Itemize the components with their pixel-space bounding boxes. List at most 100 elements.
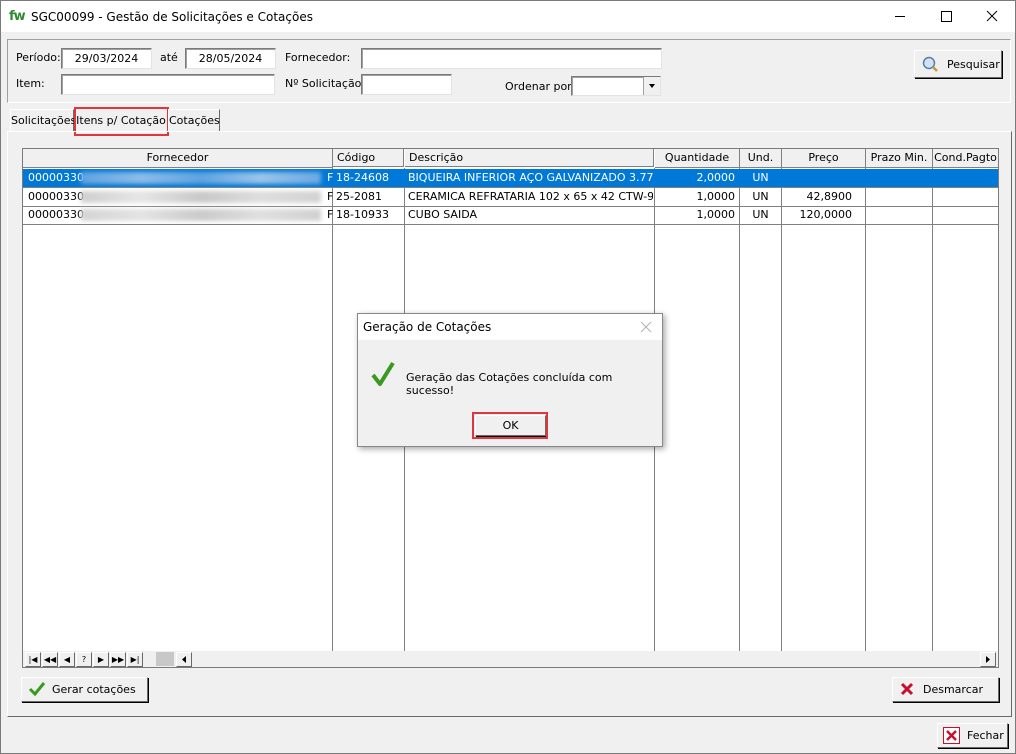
cell-descricao: BIQUEIRA INFERIOR AÇO GALVANIZADO 3.775 bbox=[408, 171, 653, 184]
col-header-fornecedor[interactable]: Fornecedor bbox=[23, 149, 333, 168]
nav-last-button[interactable]: ▶| bbox=[127, 652, 143, 667]
chevron-down-icon bbox=[649, 84, 655, 88]
nav-help-button[interactable]: ? bbox=[76, 652, 92, 667]
nav-next-page-button[interactable]: ▶▶ bbox=[110, 652, 126, 667]
magnifier-icon bbox=[922, 56, 938, 72]
close-window-button[interactable] bbox=[969, 1, 1015, 32]
col-divider bbox=[332, 168, 333, 651]
close-icon[interactable] bbox=[640, 321, 652, 333]
col-header-prazo[interactable]: Prazo Min. bbox=[866, 149, 933, 168]
col-header-descricao[interactable]: Descrição bbox=[405, 149, 654, 167]
redacted-name bbox=[81, 172, 321, 184]
grid-navigator: |◀ ◀◀ ◀ ? ▶ ▶▶ ▶| bbox=[23, 651, 998, 667]
ok-highlight-box bbox=[472, 412, 548, 439]
col-divider bbox=[781, 168, 782, 651]
col-divider bbox=[932, 168, 933, 651]
cell-preco: 42,8900 bbox=[806, 190, 853, 203]
col-header-preco[interactable]: Preço bbox=[782, 149, 866, 168]
tab-cotacoes[interactable]: Cotações bbox=[168, 109, 220, 132]
cell-descricao: CUBO SAIDA bbox=[408, 208, 477, 221]
row-divider bbox=[23, 224, 998, 225]
main-window: fw SGC00099 - Gestão de Solicitações e C… bbox=[0, 0, 1016, 754]
cell-fornecedor: 00000330 bbox=[28, 190, 84, 203]
col-header-cond-pagto[interactable]: Cond.Pagto bbox=[933, 149, 998, 168]
item-label: Item: bbox=[16, 77, 45, 90]
periodo-start-value: 29/03/2024 bbox=[74, 52, 139, 65]
ate-label: até bbox=[160, 51, 178, 64]
nav-prev-page-button[interactable]: ◀◀ bbox=[42, 652, 58, 667]
cell-preco: 120,0000 bbox=[799, 208, 853, 221]
success-check-icon bbox=[371, 361, 395, 386]
maximize-button[interactable] bbox=[923, 1, 969, 32]
dialog-title: Geração de Cotações bbox=[363, 320, 492, 334]
ordenar-select[interactable] bbox=[571, 76, 661, 96]
cell-flag: F bbox=[327, 171, 334, 184]
scroll-left-button[interactable] bbox=[176, 652, 192, 667]
cell-und: UN bbox=[752, 208, 769, 221]
scroll-right-button[interactable] bbox=[980, 652, 996, 667]
checkmark-icon bbox=[28, 682, 46, 697]
periodo-end-field[interactable]: 28/05/2024 bbox=[185, 48, 276, 69]
desmarcar-button[interactable]: Desmarcar bbox=[892, 677, 999, 702]
item-field[interactable] bbox=[61, 74, 275, 95]
title-bar[interactable]: fw SGC00099 - Gestão de Solicitações e C… bbox=[1, 1, 1015, 32]
periodo-label: Período: bbox=[16, 51, 61, 64]
cell-codigo: 18-10933 bbox=[336, 208, 389, 221]
x-mark-icon bbox=[900, 682, 914, 696]
cell-fornecedor: 00000330 bbox=[28, 208, 84, 221]
col-header-quantidade[interactable]: Quantidade bbox=[655, 149, 740, 168]
gerar-cotacoes-button[interactable]: Gerar cotações bbox=[21, 677, 148, 702]
cell-fornecedor: 00000330 bbox=[28, 171, 84, 184]
periodo-start-field[interactable]: 29/03/2024 bbox=[61, 48, 152, 69]
dropdown-arrow-button[interactable] bbox=[643, 77, 660, 95]
close-box-icon bbox=[943, 727, 960, 744]
search-button-label: Pesquisar bbox=[947, 58, 1000, 71]
redacted-name bbox=[81, 191, 321, 203]
chevron-right-icon bbox=[986, 656, 990, 663]
dialog-title-bar[interactable]: Geração de Cotações bbox=[358, 314, 662, 340]
cell-codigo: 18-24608 bbox=[336, 171, 389, 184]
cell-descricao: CERAMICA REFRATARIA 102 x 65 x 42 CTW-95… bbox=[408, 190, 653, 203]
search-button[interactable]: Pesquisar bbox=[914, 50, 1002, 78]
tab-solicitacoes[interactable]: Solicitações bbox=[10, 109, 77, 132]
window-title: SGC00099 - Gestão de Solicitações e Cota… bbox=[31, 10, 313, 24]
col-header-und[interactable]: Und. bbox=[740, 149, 782, 168]
solicitacao-label: Nº Solicitação bbox=[285, 77, 362, 90]
scrollbar-thumb[interactable] bbox=[156, 652, 174, 666]
col-divider bbox=[739, 168, 740, 651]
fechar-button[interactable]: Fechar bbox=[937, 723, 1008, 748]
minimize-button[interactable] bbox=[877, 1, 923, 32]
fornecedor-label: Fornecedor: bbox=[285, 51, 351, 64]
ordenar-label: Ordenar por: bbox=[505, 80, 576, 93]
gerar-cotacoes-label: Gerar cotações bbox=[52, 683, 136, 696]
cell-codigo: 25-2081 bbox=[336, 190, 382, 203]
periodo-end-value: 28/05/2024 bbox=[198, 52, 263, 65]
maximize-icon bbox=[941, 11, 952, 22]
close-icon bbox=[986, 10, 998, 22]
nav-first-button[interactable]: |◀ bbox=[25, 652, 41, 667]
table-row[interactable]: 00000330 F 18-24608 BIQUEIRA INFERIOR AÇ… bbox=[23, 169, 998, 187]
minimize-icon bbox=[895, 16, 905, 17]
cell-und: UN bbox=[752, 190, 769, 203]
table-row[interactable]: 00000330 F 18-10933 CUBO SAIDA 1,0000 UN… bbox=[23, 206, 998, 224]
col-divider bbox=[865, 168, 866, 651]
nav-prev-button[interactable]: ◀ bbox=[59, 652, 75, 667]
tab-cotacoes-label: Cotações bbox=[169, 114, 220, 127]
cell-flag: F bbox=[327, 190, 334, 203]
redacted-name bbox=[81, 209, 321, 221]
dialog-message: Geração das Cotações concluída com suces… bbox=[406, 371, 613, 397]
table-row[interactable]: 00000330 F 25-2081 CERAMICA REFRATARIA 1… bbox=[23, 188, 998, 206]
solicitacao-field[interactable] bbox=[361, 74, 452, 95]
fornecedor-field[interactable] bbox=[361, 48, 662, 69]
cell-quantidade: 2,0000 bbox=[696, 171, 736, 184]
dialog-body: Geração das Cotações concluída com suces… bbox=[358, 340, 662, 408]
tab-solicitacoes-label: Solicitações bbox=[11, 114, 77, 127]
nav-next-button[interactable]: ▶ bbox=[93, 652, 109, 667]
cell-und: UN bbox=[752, 171, 769, 184]
cell-quantidade: 1,0000 bbox=[696, 190, 736, 203]
cell-preco bbox=[782, 169, 852, 187]
cell-quantidade: 1,0000 bbox=[696, 208, 736, 221]
message-dialog: Geração de Cotações Geração das Cotações… bbox=[357, 313, 663, 447]
col-header-codigo[interactable]: Código bbox=[333, 149, 404, 167]
fechar-label: Fechar bbox=[967, 729, 1004, 742]
